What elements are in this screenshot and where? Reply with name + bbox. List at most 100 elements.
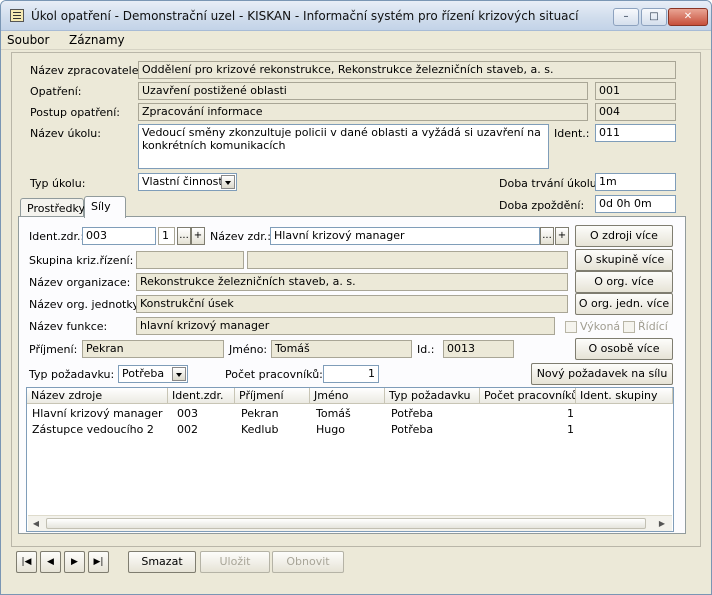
minimize-button[interactable]: – (613, 8, 639, 26)
table-cell: Hugo (316, 423, 345, 436)
obnovit-button[interactable]: Obnovit (272, 551, 344, 573)
ident-label: Ident.: (554, 127, 590, 140)
novy-pozadavek-button[interactable]: Nový požadavek na sílu (531, 363, 673, 385)
requests-table[interactable]: Název zdroje Ident.zdr. Příjmení Jméno T… (26, 387, 674, 532)
o-zdroji-button[interactable]: O zdroji více (575, 225, 673, 247)
col-header-ident-zdr[interactable]: Ident.zdr. (168, 388, 235, 404)
ulozit-button[interactable]: Uložit (200, 551, 270, 573)
prev-record-button[interactable]: ◀ (40, 551, 61, 573)
postup-code-field: 004 (595, 103, 676, 121)
table-cell: 002 (177, 423, 198, 436)
nazev-ukolu-field[interactable]: Vedoucí směny zkonzultuje policii v dané… (138, 124, 549, 169)
typ-ukolu-label: Typ úkolu: (30, 177, 86, 190)
record-navigation: |◀ ◀ ▶ ▶| Smazat Uložit Obnovit (12, 551, 702, 581)
typ-pozadavku-label: Typ požadavku: (29, 368, 115, 381)
table-cell: Tomáš (316, 407, 351, 420)
maximize-button[interactable]: □ (641, 8, 667, 26)
id-field: 0013 (443, 340, 514, 358)
postup-field: Zpracování informace (138, 103, 588, 121)
smazat-button[interactable]: Smazat (128, 551, 196, 573)
table-cell: Zástupce vedoucího 2 (32, 423, 154, 436)
opatreni-field: Uzavření postižené oblasti (138, 82, 588, 100)
prijmeni-label: Příjmení: (29, 343, 78, 356)
id-label: Id.: (417, 343, 435, 356)
nazev-zdr-label: Název zdr.: (210, 230, 271, 243)
chevron-down-icon[interactable] (221, 175, 235, 189)
skupina-field-1 (136, 251, 244, 269)
table-cell: 003 (177, 407, 198, 420)
col-header-nazev-zdroje[interactable]: Název zdroje (27, 388, 168, 404)
o-org-jedn-button[interactable]: O org. jedn. více (575, 293, 673, 315)
ridici-checkbox[interactable] (623, 321, 635, 333)
col-header-jmeno[interactable]: Jméno (310, 388, 385, 404)
nazev-zdr-add-button[interactable]: + (555, 227, 569, 245)
table-cell: 1 (567, 423, 574, 436)
window-title: Úkol opatření - Demonstrační uzel - KISK… (31, 9, 579, 23)
ident-field[interactable]: 011 (595, 124, 676, 142)
doba-zpozdeni-field[interactable]: 0d 0h 0m (595, 195, 676, 213)
skupina-field-2 (247, 251, 568, 269)
table-cell: Hlavní krizový manager (32, 407, 163, 420)
chevron-down-icon[interactable] (172, 367, 186, 381)
col-header-pocet-pracovniku[interactable]: Počet pracovníků (480, 388, 576, 404)
tab-prostredky[interactable]: Prostředky (20, 198, 85, 218)
table-cell: 1 (567, 407, 574, 420)
nazev-ukolu-label: Název úkolu: (30, 127, 101, 140)
o-osobe-button[interactable]: O osobě více (575, 338, 673, 360)
col-header-ident-skupiny[interactable]: Ident. skupiny (576, 388, 673, 404)
ident-zdr-browse-button[interactable]: ... (177, 227, 191, 245)
org-jednotka-label: Název org. jednotky: (29, 298, 142, 311)
tab-sily[interactable]: Síly (84, 196, 126, 218)
scroll-thumb[interactable] (46, 518, 646, 529)
form-area: Název zpracovatele: Oddělení pro krizové… (11, 52, 701, 573)
menu-soubor[interactable]: Soubor (7, 33, 49, 47)
vykona-checkbox[interactable] (565, 321, 577, 333)
organizace-label: Název organizace: (29, 276, 131, 289)
typ-ukolu-value: Vlastní činnost (142, 175, 223, 188)
nazev-zdr-browse-button[interactable]: ... (540, 227, 554, 245)
first-record-button[interactable]: |◀ (16, 551, 37, 573)
table-cell: Kedlub (241, 423, 279, 436)
typ-pozadavku-value: Potřeba (122, 367, 165, 380)
o-skupine-button[interactable]: O skupině více (575, 249, 673, 271)
ident-zdr-field[interactable]: 003 (82, 227, 156, 245)
col-header-prijmeni[interactable]: Příjmení (235, 388, 310, 404)
funkce-label: Název funkce: (29, 320, 108, 333)
next-record-button[interactable]: ▶ (64, 551, 85, 573)
menu-bar: Soubor Záznamy (1, 31, 711, 50)
doba-trvani-field[interactable]: 1m (595, 173, 676, 191)
opatreni-label: Opatření: (30, 85, 82, 98)
typ-ukolu-select[interactable]: Vlastní činnost (138, 173, 237, 191)
typ-pozadavku-select[interactable]: Potřeba (118, 365, 188, 383)
jmeno-label: Jméno: (229, 343, 268, 356)
nazev-zdr-field[interactable]: Hlavní krizový manager (270, 227, 540, 245)
table-cell: Potřeba (391, 407, 434, 420)
pocet-pracovniku-label: Počet pracovníků: (225, 368, 323, 381)
scroll-right-icon[interactable]: ▶ (654, 516, 670, 531)
last-record-button[interactable]: ▶| (88, 551, 109, 573)
title-bar: Úkol opatření - Demonstrační uzel - KISK… (1, 1, 711, 31)
scroll-left-icon[interactable]: ◀ (28, 516, 44, 531)
prijmeni-field: Pekran (82, 340, 224, 358)
nazev-zpracovatele-label: Název zpracovatele: (30, 64, 143, 77)
o-org-button[interactable]: O org. více (575, 271, 673, 293)
app-window: Úkol opatření - Demonstrační uzel - KISK… (0, 0, 712, 595)
ident-zdr-add-button[interactable]: + (191, 227, 205, 245)
skupina-label: Skupina kriz.řízení: (29, 254, 134, 267)
table-cell: Pekran (241, 407, 279, 420)
ident-zdr-label: Ident.zdr.: (29, 230, 85, 243)
pocet-pracovniku-field[interactable]: 1 (323, 365, 379, 383)
menu-zaznamy[interactable]: Záznamy (69, 33, 125, 47)
horizontal-scrollbar[interactable]: ◀ ▶ (28, 515, 672, 531)
close-button[interactable]: ✕ (668, 8, 708, 26)
org-jednotka-field: Konstrukční úsek (136, 295, 568, 313)
ident-zdr-count: 1 (158, 227, 175, 245)
opatreni-code-field: 001 (595, 82, 676, 100)
vykona-label: Výkoná (580, 320, 621, 333)
postup-label: Postup opatření: (30, 106, 121, 119)
organizace-field: Rekonstrukce železničních staveb, a. s. (136, 273, 568, 291)
ridici-label: Řídící (638, 320, 668, 333)
col-header-typ-pozadavku[interactable]: Typ požadavku (385, 388, 480, 404)
funkce-field: hlavní krizový manager (136, 317, 555, 335)
jmeno-field: Tomáš (271, 340, 412, 358)
